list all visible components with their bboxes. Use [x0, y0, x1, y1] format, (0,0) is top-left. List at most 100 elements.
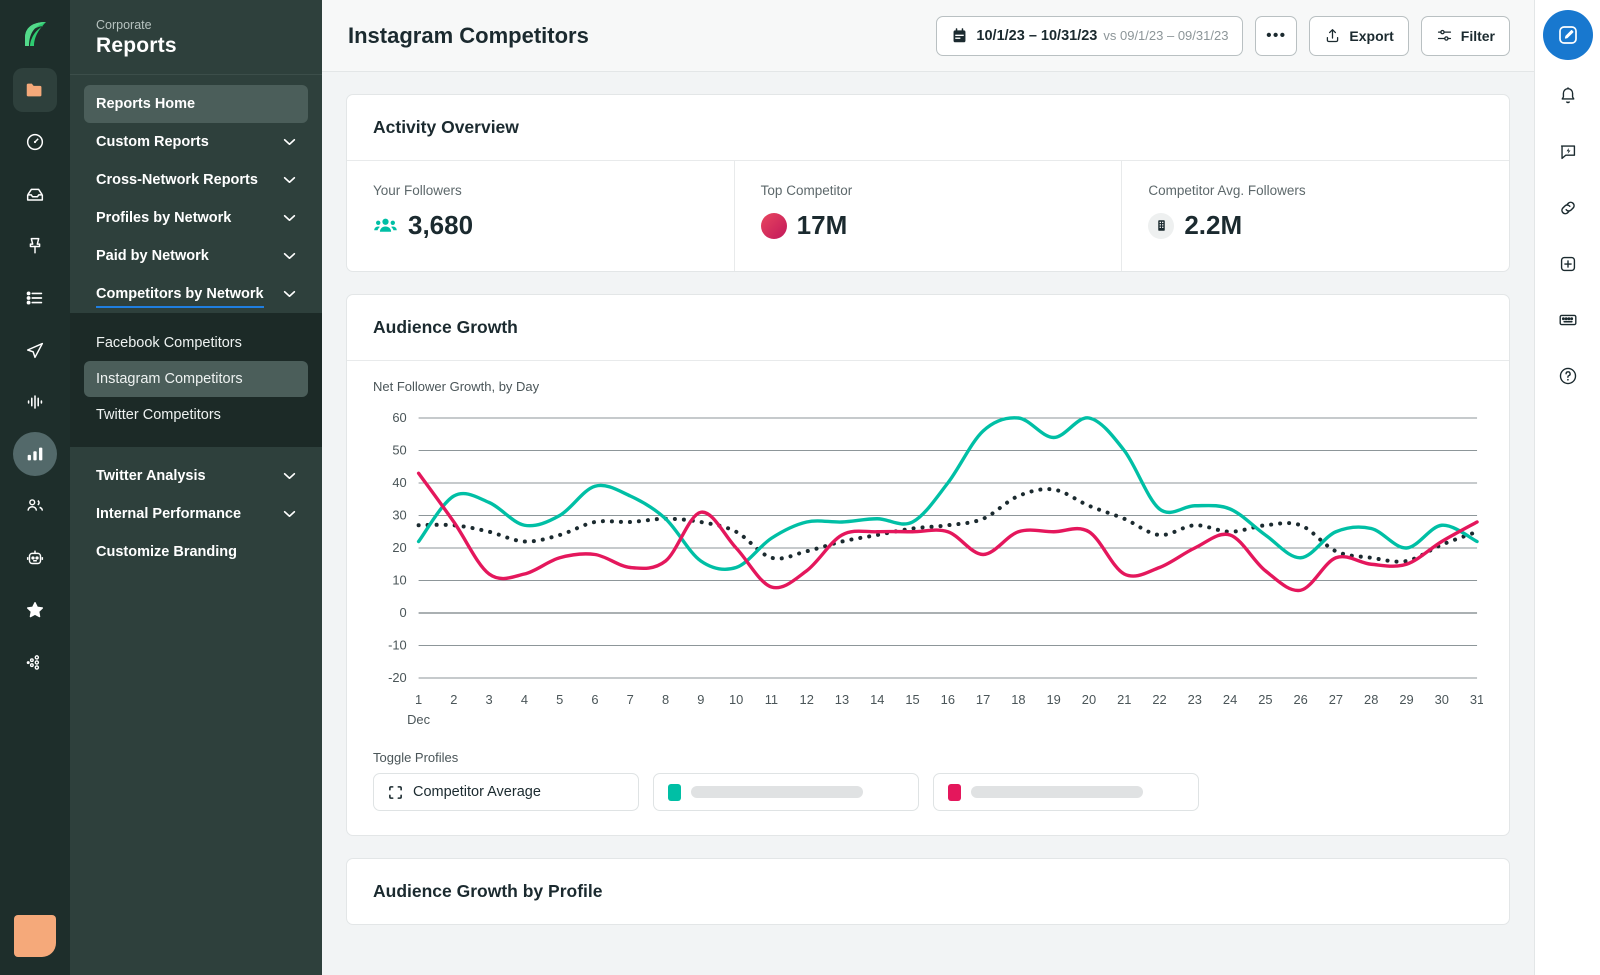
- export-label: Export: [1349, 27, 1394, 44]
- x-axis-month-label: Dec: [407, 712, 430, 727]
- x-axis-tick-label: 12: [800, 692, 814, 707]
- sidebar-item-paid-by-network[interactable]: Paid by Network: [84, 237, 308, 275]
- sidebar-item-label: Profiles by Network: [96, 210, 232, 226]
- chevron-down-icon: [283, 510, 296, 518]
- filter-label: Filter: [1460, 27, 1495, 44]
- upload-icon: [1327, 29, 1339, 43]
- kpi-label: Top Competitor: [760, 183, 853, 198]
- x-axis-tick-label: 25: [1258, 692, 1272, 707]
- chevron-down-icon: [283, 290, 296, 298]
- sidebar-item-cross-network-reports[interactable]: Cross-Network Reports: [84, 161, 308, 199]
- activity-overview-title: Activity Overview: [347, 95, 1509, 161]
- sidebar-item-label: Paid by Network: [96, 248, 209, 264]
- x-axis-tick-label: 1: [415, 692, 422, 707]
- pin-icon[interactable]: [13, 224, 57, 268]
- sidebar-item-label: Internal Performance: [96, 506, 242, 522]
- x-axis-tick-label: 4: [521, 692, 528, 707]
- chevron-down-icon: [283, 252, 296, 260]
- icon-rail: [0, 0, 70, 975]
- sidebar-item-competitors-by-network[interactable]: Competitors by Network: [84, 275, 308, 313]
- toggle-chip-profile-a[interactable]: [653, 773, 919, 811]
- audience-growth-by-profile-title: Audience Growth by Profile: [373, 881, 603, 901]
- nodes-icon[interactable]: [13, 640, 57, 684]
- send-plane-icon[interactable]: [13, 328, 57, 372]
- x-axis-tick-label: 3: [486, 692, 493, 707]
- people-group-icon: [374, 218, 397, 232]
- x-axis-tick-label: 6: [591, 692, 598, 707]
- kpi-top-competitor: Top Competitor 17M: [735, 161, 1123, 271]
- x-axis-tick-label: 8: [662, 692, 669, 707]
- y-axis-tick-label: -10: [388, 637, 407, 652]
- sidebar-item-instagram-competitors[interactable]: Instagram Competitors: [84, 361, 308, 397]
- x-axis-tick-label: 23: [1188, 692, 1202, 707]
- people-icon[interactable]: [13, 484, 57, 528]
- x-axis-tick-label: 19: [1047, 692, 1061, 707]
- dashboard-gauge-icon[interactable]: [13, 120, 57, 164]
- help-circle-icon[interactable]: [1548, 356, 1588, 396]
- filter-button[interactable]: Filter: [1420, 15, 1510, 56]
- color-swatch: [948, 783, 961, 801]
- y-axis-tick-label: -20: [388, 670, 407, 685]
- sprout-leaf-logo[interactable]: [13, 12, 57, 56]
- sidebar-item-twitter-analysis[interactable]: Twitter Analysis: [84, 457, 308, 495]
- kpi-value: 2.2M: [1184, 210, 1243, 240]
- x-axis-tick-label: 30: [1435, 692, 1449, 707]
- compose-pencil-icon[interactable]: [1542, 10, 1593, 60]
- x-axis-tick-label: 7: [627, 692, 634, 707]
- sidebar-title: Reports: [96, 34, 177, 57]
- chevron-down-icon: [283, 138, 296, 146]
- x-axis-tick-label: 10: [729, 692, 743, 707]
- list-icon[interactable]: [13, 276, 57, 320]
- toggle-profiles-row: Competitor Average: [373, 773, 1483, 811]
- inbox-icon[interactable]: [13, 172, 57, 216]
- x-axis-tick-label: 16: [941, 692, 955, 707]
- x-axis-tick-label: 13: [835, 692, 849, 707]
- audience-growth-card: Audience Growth Net Follower Growth, by …: [346, 294, 1510, 836]
- kpi-value: 3,680: [408, 210, 474, 240]
- bot-icon[interactable]: [13, 536, 57, 580]
- content-scroll[interactable]: Activity Overview Your Followers 3,680 T…: [322, 72, 1534, 975]
- x-axis-tick-label: 14: [870, 692, 884, 707]
- chart-series-line: [416, 471, 1479, 593]
- toggle-chip-competitor-average[interactable]: Competitor Average: [373, 773, 639, 811]
- sidebar-nav-list: Reports Home Custom Reports Cross-Networ…: [70, 75, 322, 313]
- date-range-picker[interactable]: 10/1/23 – 10/31/23 vs 09/1/23 – 09/31/23: [936, 15, 1244, 56]
- sidebar-item-twitter-competitors[interactable]: Twitter Competitors: [84, 397, 308, 433]
- sidebar-item-label: Twitter Analysis: [96, 468, 206, 484]
- folder-icon[interactable]: [13, 68, 57, 112]
- keyboard-icon[interactable]: [1548, 300, 1588, 340]
- export-button[interactable]: Export: [1309, 15, 1409, 56]
- sidebar-item-profiles-by-network[interactable]: Profiles by Network: [84, 199, 308, 237]
- x-axis-tick-label: 29: [1399, 692, 1413, 707]
- waveform-icon[interactable]: [13, 380, 57, 424]
- page-title: Instagram Competitors: [348, 22, 589, 48]
- x-axis-tick-label: 28: [1364, 692, 1378, 707]
- link-icon[interactable]: [1548, 188, 1588, 228]
- toggle-chip-label: Competitor Average: [413, 784, 541, 800]
- sidebar-item-internal-performance[interactable]: Internal Performance: [84, 495, 308, 533]
- toggle-chip-profile-b[interactable]: [933, 773, 1199, 811]
- bar-chart-icon[interactable]: [13, 432, 57, 476]
- toggle-profiles-label: Toggle Profiles: [373, 750, 459, 765]
- net-follower-growth-line-chart[interactable]: 6050403020100-10-201 2 3 4 5 6 7 8 9 10 11 12 13 14 15…: [373, 404, 1483, 734]
- sidebar-item-facebook-competitors[interactable]: Facebook Competitors: [84, 325, 308, 361]
- sidebar-item-reports-home[interactable]: Reports Home: [84, 85, 308, 123]
- chart-series-line: [416, 416, 1479, 571]
- plus-square-icon[interactable]: [1548, 244, 1588, 284]
- message-bolt-icon[interactable]: [1548, 132, 1588, 172]
- kpi-row: Your Followers 3,680 Top Competitor 17M: [347, 161, 1509, 271]
- avatar[interactable]: [14, 915, 56, 957]
- calendar-icon: [953, 28, 966, 43]
- right-rail: [1534, 0, 1600, 975]
- sidebar-item-custom-reports[interactable]: Custom Reports: [84, 123, 308, 161]
- bell-icon[interactable]: [1548, 76, 1588, 116]
- y-axis-tick-label: 60: [392, 410, 406, 425]
- y-axis-tick-label: 50: [392, 442, 406, 457]
- star-icon[interactable]: [13, 588, 57, 632]
- sidebar-item-customize-branding[interactable]: Customize Branding: [84, 533, 308, 571]
- x-axis-tick-label: 22: [1152, 692, 1166, 707]
- loading-skeleton: [691, 786, 863, 798]
- sidebar-subnav-competitors: Facebook Competitors Instagram Competito…: [70, 313, 322, 447]
- more-options-button[interactable]: •••: [1255, 15, 1298, 56]
- x-axis-tick-label: 27: [1329, 692, 1343, 707]
